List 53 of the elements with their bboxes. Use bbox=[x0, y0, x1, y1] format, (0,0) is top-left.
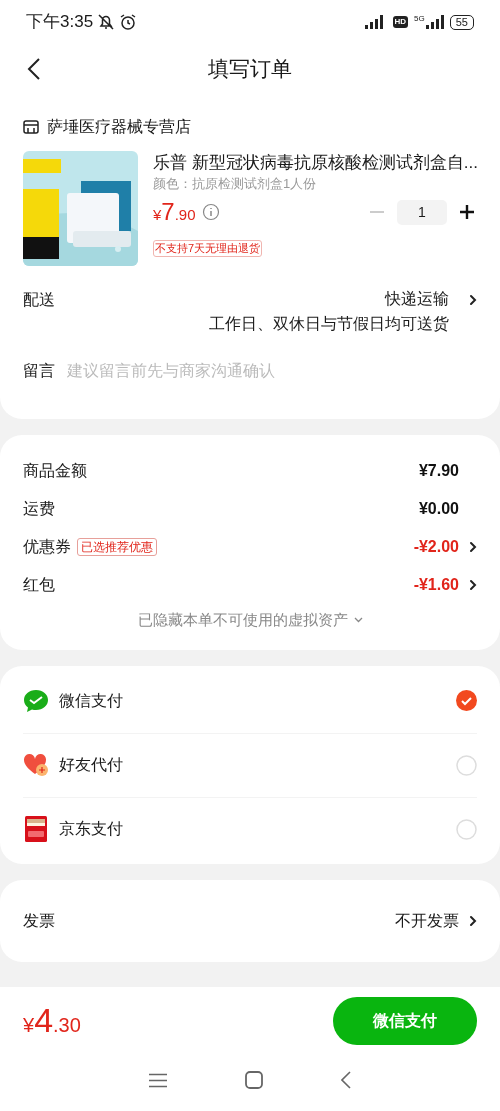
home-icon[interactable] bbox=[245, 1071, 263, 1089]
info-icon[interactable] bbox=[201, 203, 220, 221]
increase-button[interactable] bbox=[457, 202, 477, 222]
summary-label: 商品金额 bbox=[23, 460, 87, 481]
summary-label: 优惠券 bbox=[23, 536, 71, 557]
chevron-down-icon bbox=[353, 617, 363, 624]
invoice-label: 发票 bbox=[23, 910, 55, 931]
total-price: ¥4.30 bbox=[23, 1002, 81, 1040]
card-icon bbox=[25, 816, 47, 842]
delivery-note: 工作日、双休日与节假日均可送货 bbox=[209, 314, 449, 334]
product-price: ¥7.90 bbox=[153, 197, 196, 227]
signal-icon bbox=[425, 15, 444, 29]
hd-badge: HD bbox=[392, 16, 409, 28]
summary-value[interactable]: -¥2.00 bbox=[413, 534, 459, 559]
minus-icon bbox=[370, 211, 384, 213]
payment-option[interactable]: 好友代付 bbox=[59, 753, 123, 777]
return-policy-tag: 不支持7天无理由退货 bbox=[153, 240, 263, 257]
back-icon bbox=[27, 57, 41, 81]
summary-label: 运费 bbox=[23, 498, 55, 519]
back-icon[interactable] bbox=[341, 1071, 351, 1089]
chevron-right-icon bbox=[469, 294, 477, 306]
store-icon bbox=[23, 119, 39, 135]
store-name[interactable]: 萨埵医疗器械专营店 bbox=[47, 115, 191, 139]
summary-label: 红包 bbox=[23, 574, 55, 595]
summary-value[interactable]: -¥1.60 bbox=[413, 572, 459, 597]
message-label: 留言 bbox=[23, 361, 55, 381]
summary-value: ¥0.00 bbox=[418, 498, 459, 519]
product-spec: 颜色：抗原检测试剂盒1人份 bbox=[153, 175, 318, 193]
status-time: 下午3:35 bbox=[26, 11, 94, 34]
payment-option[interactable]: 微信支付 bbox=[59, 688, 123, 713]
network-label: 5G bbox=[414, 15, 425, 23]
chevron-right-icon bbox=[469, 914, 477, 927]
message-field[interactable]: 建议留言前先与商家沟通确认 bbox=[67, 359, 477, 383]
page-title: 填写订单 bbox=[208, 56, 292, 83]
plus-icon bbox=[460, 205, 474, 219]
chat-check-icon bbox=[23, 688, 49, 713]
radio-checked-icon[interactable] bbox=[456, 690, 477, 711]
coupon-tag: 已选推荐优惠 bbox=[77, 537, 157, 556]
summary-value: ¥7.90 bbox=[418, 460, 459, 481]
invoice-value[interactable]: 不开发票 bbox=[395, 908, 459, 933]
radio-unchecked-icon[interactable] bbox=[456, 818, 477, 840]
quantity-field[interactable]: 1 bbox=[397, 199, 447, 225]
payment-option[interactable]: 京东支付 bbox=[59, 817, 123, 841]
bell-off-icon bbox=[97, 13, 116, 31]
radio-unchecked-icon[interactable] bbox=[456, 754, 477, 776]
heart-gift-icon bbox=[23, 753, 49, 777]
delivery-method[interactable]: 快递运输 bbox=[385, 288, 449, 310]
hidden-assets-note[interactable]: 已隐藏本单不可使用的虚拟资产 bbox=[137, 609, 348, 632]
battery-indicator: 55 bbox=[449, 14, 474, 30]
alarm-icon bbox=[119, 13, 138, 31]
menu-icon[interactable] bbox=[149, 1072, 167, 1088]
delivery-label: 配送 bbox=[23, 290, 55, 310]
product-title[interactable]: 乐普 新型冠状病毒抗原核酸检测试剂盒自... bbox=[153, 151, 477, 175]
